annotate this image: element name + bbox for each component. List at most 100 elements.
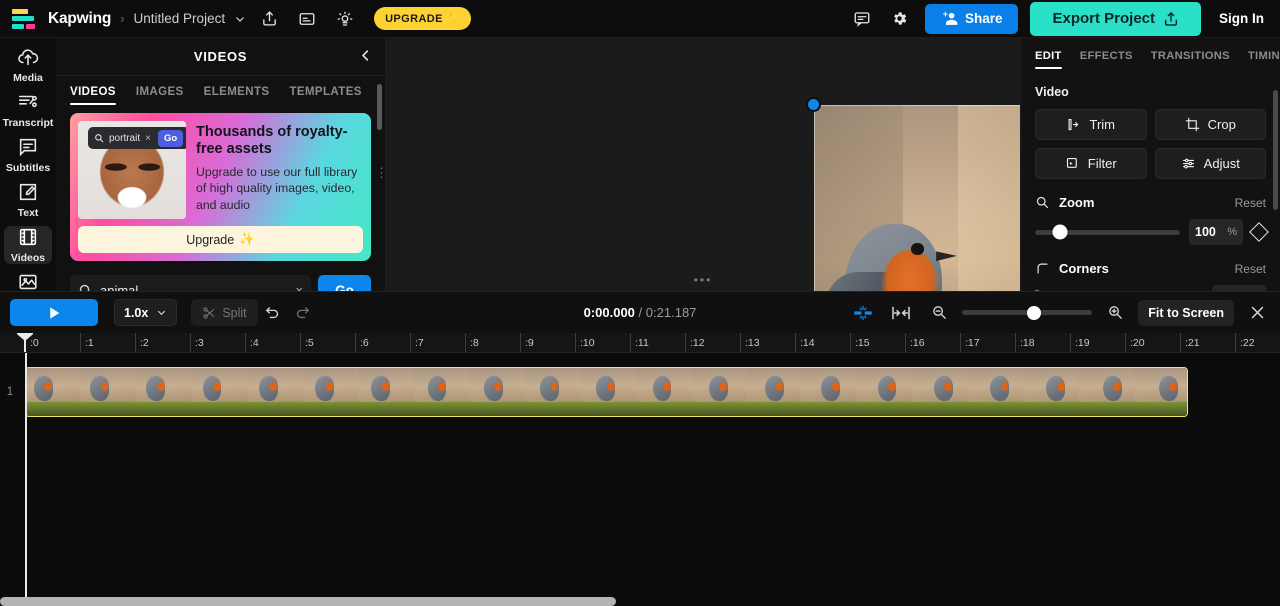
tab-effects[interactable]: EFFECTS [1080, 50, 1133, 69]
corners-label: Corners [1059, 261, 1109, 276]
tab-templates[interactable]: TEMPLATES [289, 86, 361, 105]
subtitles-icon [19, 138, 37, 157]
sidebar-item-media[interactable]: Media [4, 46, 52, 84]
tab-videos[interactable]: VIDEOS [70, 86, 116, 105]
keyframe-diamond-icon[interactable] [1249, 222, 1269, 242]
fit-to-screen-button[interactable]: Fit to Screen [1138, 299, 1234, 326]
clip-thumbnail-frame [26, 368, 82, 416]
properties-tabs: EDIT EFFECTS TRANSITIONS TIMING [1021, 38, 1280, 69]
timeline-tracks[interactable]: 1 [0, 353, 1280, 606]
chevron-down-icon [158, 310, 166, 316]
sidebar-item-subtitles[interactable]: Subtitles [4, 136, 52, 174]
total-time: 0:21.187 [645, 305, 697, 320]
assets-scroll-area: portrait × Go Thousands of royalty-free … [56, 105, 385, 291]
gear-icon[interactable] [885, 5, 915, 33]
tab-timing[interactable]: TIMING [1248, 50, 1280, 69]
snap-toggle-button[interactable] [848, 299, 878, 326]
sidebar-item-text[interactable]: Text [4, 181, 52, 219]
adjust-button[interactable]: Adjust [1154, 148, 1266, 179]
timeline-horizontal-scrollbar[interactable] [0, 597, 617, 606]
crop-button[interactable]: Crop [1154, 109, 1266, 140]
ruler-tick: :11 [630, 333, 649, 352]
play-button[interactable] [10, 299, 98, 326]
share-upload-icon[interactable] [254, 5, 284, 33]
export-upload-icon [1164, 11, 1178, 26]
stage-resize-dots[interactable]: ••• [694, 273, 713, 287]
time-separator: / [638, 305, 643, 320]
zoom-value-input[interactable]: 100 % [1189, 219, 1243, 245]
share-button[interactable]: Share [924, 3, 1019, 34]
ruler-tick: :7 [410, 333, 424, 352]
tab-edit[interactable]: EDIT [1035, 50, 1062, 69]
tab-images[interactable]: IMAGES [136, 86, 184, 105]
promo-upgrade-button[interactable]: Upgrade ✨ [78, 226, 363, 253]
redo-button[interactable] [288, 299, 318, 326]
split-label: Split [222, 305, 247, 320]
ruler-tick: :5 [300, 333, 314, 352]
timeline-zoom-in-button[interactable] [1100, 299, 1130, 326]
chevron-left-icon[interactable] [358, 48, 373, 67]
crop-icon [1185, 117, 1199, 132]
export-project-button[interactable]: Export Project [1030, 1, 1201, 36]
upgrade-button[interactable]: UPGRADE ✨ [374, 7, 471, 30]
clip-thumbnail-frame [1133, 368, 1187, 416]
zoom-unit: % [1227, 226, 1237, 238]
comment-icon[interactable] [847, 5, 877, 33]
search-go-button[interactable]: Go [318, 275, 371, 291]
filter-button[interactable]: Filter [1035, 148, 1147, 179]
ruler-tick: :1 [80, 333, 94, 352]
timeline-zoom-out-button[interactable] [924, 299, 954, 326]
zoom-control: Zoom Reset 100 % [1035, 195, 1269, 245]
zoom-slider[interactable] [1035, 224, 1180, 240]
close-icon[interactable] [1244, 300, 1270, 326]
ruler-tick: :19 [1070, 333, 1090, 352]
corners-reset-button[interactable]: Reset [1235, 262, 1266, 276]
add-person-icon [943, 11, 958, 25]
playback-speed-select[interactable]: 1.0x [114, 299, 178, 326]
clip-thumbnail-frame [81, 368, 137, 416]
sign-in-button[interactable]: Sign In [1219, 11, 1264, 26]
preview-stage[interactable]: ••• [386, 38, 1280, 446]
sidebar-item-transcript[interactable]: Transcript [3, 91, 53, 129]
search-input[interactable]: animal × [70, 275, 311, 291]
ruler-tick: :12 [685, 333, 705, 352]
sidebar-item-videos[interactable]: Videos [4, 226, 52, 264]
video-tool-buttons: Trim Crop Filter Adjust [1035, 109, 1266, 179]
upgrade-promo-card[interactable]: portrait × Go Thousands of royalty-free … [70, 113, 371, 261]
project-menu-chevron-down-icon[interactable] [234, 13, 246, 25]
assets-panel-scrollbar[interactable] [377, 84, 382, 130]
clip-thumbnail-frame [413, 368, 469, 416]
kapwing-logo-icon[interactable] [12, 8, 40, 30]
timeline-zoom-slider[interactable] [962, 305, 1093, 320]
tab-transitions[interactable]: TRANSITIONS [1151, 50, 1230, 69]
promo-body: Upgrade to use our full library of high … [196, 165, 358, 212]
text-edit-icon [19, 183, 37, 201]
ruler-tick: :3 [190, 333, 204, 352]
brand-name[interactable]: Kapwing [48, 10, 111, 28]
film-icon [19, 228, 37, 246]
undo-button[interactable] [258, 299, 288, 326]
lightbulb-icon[interactable] [330, 5, 360, 33]
playhead[interactable] [17, 333, 33, 352]
project-name[interactable]: Untitled Project [134, 11, 226, 26]
playhead-line[interactable] [25, 353, 27, 597]
timeline-ruler[interactable]: :0:1:2:3:4:5:6:7:8:9:10:11:12:13:14:15:1… [0, 333, 1280, 353]
zoom-in-icon [1108, 306, 1122, 319]
tab-elements[interactable]: ELEMENTS [204, 86, 270, 105]
resize-handle-top-left[interactable] [806, 97, 821, 112]
fit-selection-button[interactable] [886, 299, 916, 326]
clip-thumbnail-frame [690, 368, 746, 416]
trim-button[interactable]: Trim [1035, 109, 1147, 140]
split-button[interactable]: Split [191, 299, 258, 326]
clip-thumbnail-frame [801, 368, 857, 416]
share-label: Share [964, 11, 1003, 26]
zoom-reset-button[interactable]: Reset [1235, 196, 1266, 210]
timeline-clip-video[interactable] [25, 367, 1188, 417]
filter-icon [1066, 157, 1077, 168]
captions-icon[interactable] [292, 5, 322, 33]
trim-label: Trim [1089, 117, 1115, 132]
clear-search-icon[interactable]: × [295, 283, 303, 291]
clip-thumbnail-frame [856, 368, 912, 416]
properties-panel-scrollbar[interactable] [1273, 90, 1278, 210]
promo-query-text: portrait [109, 132, 141, 144]
